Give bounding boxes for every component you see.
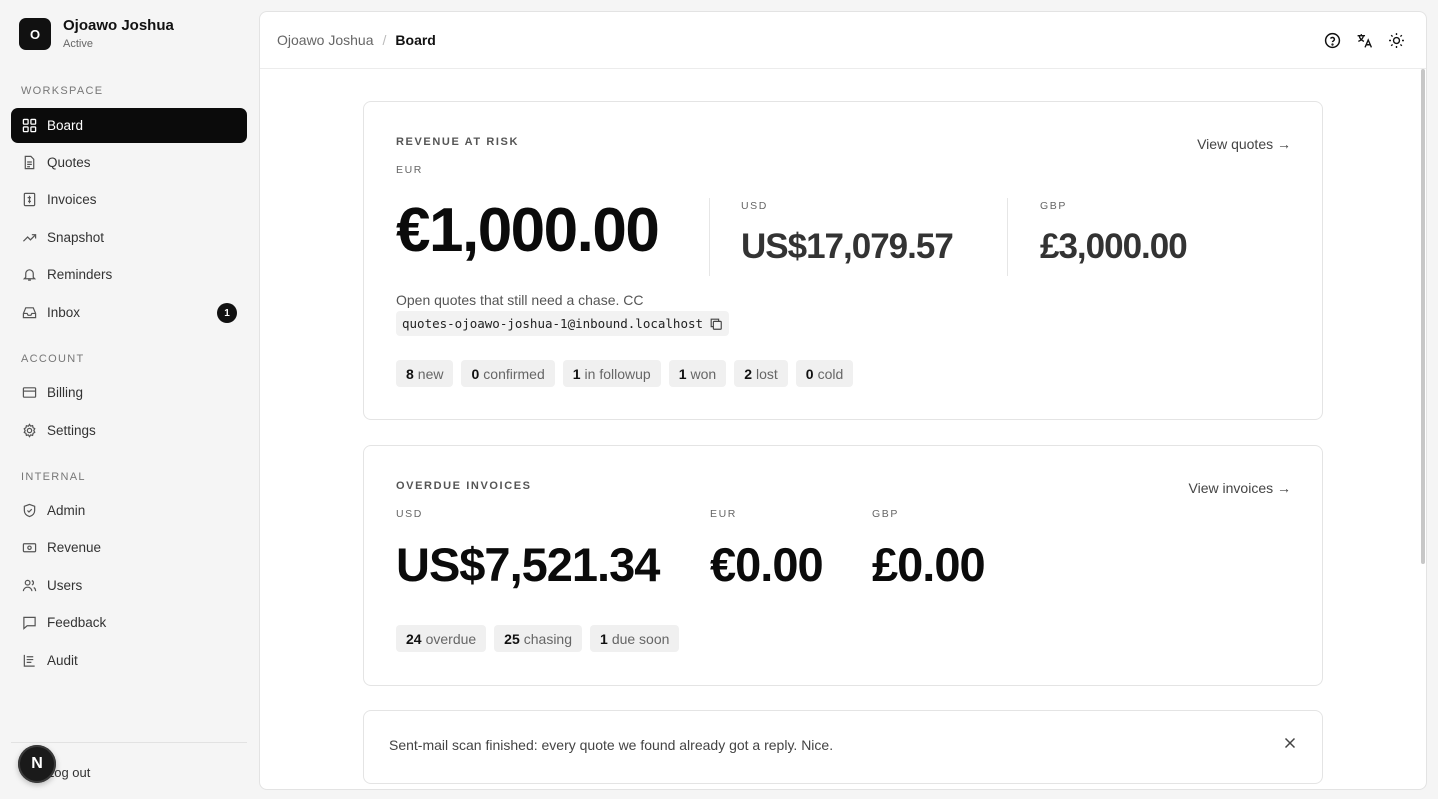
dev-tools-badge[interactable]: N (18, 745, 56, 783)
usd-label: USD (396, 508, 423, 520)
inbox-icon (21, 305, 37, 321)
sidebar-item-quotes[interactable]: Quotes (11, 145, 247, 180)
revenue-description: Open quotes that still need a chase. CC (396, 292, 644, 308)
gbp-label: GBP (872, 508, 899, 520)
section-label-account: ACCOUNT (21, 353, 85, 365)
sidebar-item-billing[interactable]: Billing (11, 375, 247, 410)
translate-icon[interactable] (1354, 30, 1374, 50)
divider (709, 198, 710, 276)
section-label-workspace: WORKSPACE (21, 85, 104, 97)
gbp-label: GBP (1040, 200, 1067, 212)
sidebar-item-board[interactable]: Board (11, 108, 247, 143)
shield-icon (21, 503, 37, 519)
sun-icon[interactable] (1386, 30, 1406, 50)
sidebar-item-audit[interactable]: Audit (11, 643, 247, 678)
usd-amount: US$7,521.34 (396, 538, 660, 591)
user-status: Active (63, 38, 93, 50)
revenue-at-risk-card: REVENUE AT RISK View quotes → EUR €1,000… (363, 101, 1323, 420)
sidebar-item-inbox[interactable]: Inbox 1 (11, 295, 247, 330)
eur-amount: €1,000.00 (396, 196, 660, 265)
quote-status-pills: 8 new 0 confirmed 1 in followup 1 won 2 lost … (396, 360, 854, 387)
sidebar-item-label: Board (47, 118, 84, 133)
trend-icon (21, 230, 37, 246)
sidebar-item-label: Audit (47, 653, 78, 668)
sidebar-item-label: Users (47, 578, 83, 593)
status-pill-won[interactable]: 1 won (668, 360, 727, 387)
sidebar-item-reminders[interactable]: Reminders (11, 257, 247, 292)
inbound-email-chip[interactable]: quotes-ojoawo-joshua-1@inbound.localhost (396, 311, 730, 336)
avatar: O (19, 18, 51, 50)
sidebar-item-label: Revenue (47, 540, 102, 555)
sidebar-item-label: Billing (47, 385, 84, 400)
user-name: Ojoawo Joshua (63, 17, 174, 34)
gbp-amount: £0.00 (872, 538, 986, 591)
divider (1007, 198, 1008, 276)
status-pill-overdue[interactable]: 24 overdue (396, 625, 487, 652)
status-pill-cold[interactable]: 0 cold (795, 360, 854, 387)
bell-icon (21, 267, 37, 283)
view-quotes-link[interactable]: View quotes → (1197, 136, 1291, 152)
help-icon[interactable] (1322, 30, 1342, 50)
close-icon[interactable] (1282, 735, 1298, 751)
top-bar: Ojoawo Joshua / Board (260, 12, 1426, 69)
status-pill-due-soon[interactable]: 1 due soon (590, 625, 680, 652)
eur-label: EUR (396, 164, 423, 176)
usd-label: USD (741, 200, 768, 212)
invoice-icon (21, 192, 37, 208)
gbp-amount: £3,000.00 (1040, 227, 1188, 266)
sidebar-item-users[interactable]: Users (11, 568, 247, 603)
breadcrumb-parent[interactable]: Ojoawo Joshua (277, 32, 374, 48)
scan-notice-text: Sent-mail scan finished: every quote we … (389, 737, 834, 753)
status-pill-new[interactable]: 8 new (396, 360, 454, 387)
sidebar-item-snapshot[interactable]: Snapshot (11, 220, 247, 255)
gear-icon (21, 423, 37, 439)
status-pill-followup[interactable]: 1 in followup (562, 360, 661, 387)
user-profile[interactable]: O Ojoawo Joshua Active (19, 17, 174, 51)
sidebar-item-admin[interactable]: Admin (11, 493, 247, 528)
users-icon (21, 578, 37, 594)
scrollbar[interactable] (1421, 69, 1425, 564)
status-pill-confirmed[interactable]: 0 confirmed (461, 360, 555, 387)
cash-icon (21, 540, 37, 556)
view-invoices-link[interactable]: View invoices → (1189, 480, 1291, 496)
grid-icon (21, 118, 37, 134)
sidebar: O Ojoawo Joshua Active WORKSPACE Board Q… (0, 0, 258, 799)
sidebar-item-label: Settings (47, 423, 96, 438)
sidebar-divider (11, 742, 247, 743)
section-label-internal: INTERNAL (21, 471, 86, 483)
sidebar-item-label: Quotes (47, 155, 91, 170)
sidebar-item-label: Invoices (47, 192, 97, 207)
document-icon (21, 155, 37, 171)
breadcrumb-separator: / (382, 32, 387, 48)
list-icon (21, 653, 37, 669)
main-panel: Ojoawo Joshua / Board REVENUE AT RISK Vi… (259, 11, 1427, 790)
sidebar-item-label: Reminders (47, 267, 113, 282)
sidebar-item-settings[interactable]: Settings (11, 413, 247, 448)
status-pill-chasing[interactable]: 25 chasing (494, 625, 583, 652)
usd-amount: US$17,079.57 (741, 227, 954, 266)
sidebar-item-invoices[interactable]: Invoices (11, 182, 247, 217)
inbound-email: quotes-ojoawo-joshua-1@inbound.localhost (402, 316, 704, 331)
copy-icon[interactable] (709, 317, 723, 331)
sidebar-item-label: Snapshot (47, 230, 105, 245)
invoice-status-pills: 24 overdue 25 chasing 1 due soon (396, 625, 680, 652)
message-icon (21, 615, 37, 631)
inbox-count-badge: 1 (217, 303, 237, 323)
overdue-title: OVERDUE INVOICES (396, 480, 532, 492)
sidebar-item-label: Admin (47, 503, 86, 518)
status-pill-lost[interactable]: 2 lost (734, 360, 788, 387)
sidebar-item-feedback[interactable]: Feedback (11, 605, 247, 640)
sidebar-item-revenue[interactable]: Revenue (11, 530, 247, 565)
eur-amount: €0.00 (710, 538, 824, 591)
sidebar-item-label: Feedback (47, 615, 107, 630)
overdue-invoices-card: OVERDUE INVOICES View invoices → USD US$… (363, 445, 1323, 686)
revenue-title: REVENUE AT RISK (396, 136, 520, 148)
scan-notice: Sent-mail scan finished: every quote we … (363, 710, 1323, 784)
sidebar-item-label: Inbox (47, 305, 81, 320)
card-icon (21, 385, 37, 401)
breadcrumb-current: Board (395, 32, 436, 48)
eur-label: EUR (710, 508, 737, 520)
